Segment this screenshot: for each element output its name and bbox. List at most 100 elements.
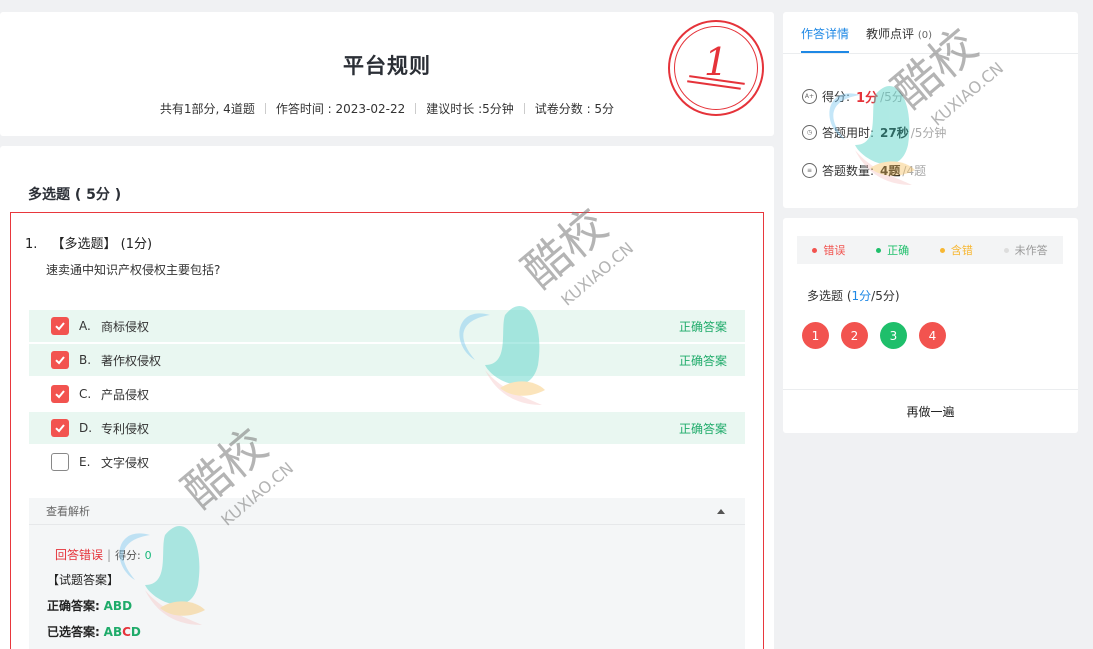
meta-divider [415,103,417,114]
answer-heading: 【试题答案】 [47,573,120,587]
legend-label: 错误 [823,244,846,257]
selected-answer-letter: D [130,625,141,639]
question-header: 1. 【多选题】 (1分) [25,233,152,252]
option-text: 文字侵权 [101,455,150,470]
list-icon: ≡ [802,163,817,178]
question-type: 【多选题】 (1分) [51,237,153,252]
stat-count: ≡ 答题数量: 4题 /4题 [802,162,926,179]
correct-answer-tag: 正确答案 [678,319,727,334]
selected-answer-label: 已选答案: [47,625,100,639]
selected-answer-line: 已选答案: ABCD [47,623,141,640]
meta-divider [264,103,266,114]
option-e[interactable]: E. 文字侵权 [29,446,745,478]
legend-correct: 正确 [876,242,909,258]
question-nav-button[interactable]: 2 [841,322,868,349]
tab-answer-details[interactable]: 作答详情 [801,25,850,53]
option-d[interactable]: D. 专利侵权 正确答案 [29,412,745,444]
option-c[interactable]: C. 产品侵权 [29,378,745,410]
analysis-toggle-label: 查看解析 [46,505,90,518]
status-legend: 错误 正确 含错 未作答 [797,236,1063,264]
stat-score: A+ 得分: 1分 /5分 [802,87,904,106]
legend-wrong: 错误 [812,242,845,258]
question-nav-button[interactable]: 1 [802,322,829,349]
legend-label: 未作答 [1014,244,1048,257]
question-nav-button[interactable]: 3 [880,322,907,349]
selected-answer-letter: A [103,625,113,639]
checkbox-checked-icon[interactable] [51,419,69,437]
correct-answer-value: ABD [103,599,133,613]
redo-button[interactable]: 再做一遍 [783,389,1078,433]
sheet-section-score: 1分 [851,289,872,303]
answer-sheet-card: 错误 正确 含错 未作答 多选题 (1分/5分) 1 2 3 4 再做一遍 [783,218,1078,433]
sheet-section-title: 多选题 (1分/5分) [807,289,900,303]
question-number-list: 1 2 3 4 [802,322,958,349]
checkbox-unchecked-icon[interactable] [51,453,69,471]
stat-score-total: /5分 [880,90,904,104]
option-text: 产品侵权 [101,387,150,402]
question-item: 1. 【多选题】 (1分) 速卖通中知识产权侵权主要包括? A. 商标侵权 正确… [10,212,764,649]
correct-answer-label: 正确答案: [47,599,100,613]
stat-time-label: 答题用时: [822,126,875,140]
paper-header: 平台规则 共有1部分, 4道题 作答时间 : 2023-02-22 建议时长 :… [0,12,774,136]
option-letter: B. [79,353,92,367]
details-tabs: 作答详情 教师点评 (0) [783,12,1078,54]
checkbox-checked-icon[interactable] [51,351,69,369]
tab-teacher-review[interactable]: 教师点评 (0) [866,25,932,53]
legend-dot-icon [939,247,945,253]
correct-answer-tag: 正确答案 [678,421,727,436]
legend-dot-icon [1003,247,1009,253]
stat-count-label: 答题数量: [822,164,875,178]
legend-unanswered: 未作答 [1003,242,1048,258]
correct-answer-line: 正确答案: ABD [47,597,132,614]
legend-partial: 含错 [939,242,973,258]
option-text: 商标侵权 [101,319,150,334]
section-title: 多选题 ( 5分 ) [28,187,122,203]
option-list: A. 商标侵权 正确答案 B. 著作权侵权 正确答案 C. 产品侵权 D. 专利… [29,310,745,480]
checkbox-checked-icon[interactable] [51,385,69,403]
legend-dot-icon [812,247,818,253]
checkbox-checked-icon[interactable] [51,317,69,335]
option-text: 专利侵权 [101,421,150,436]
score-label: 得分: [115,549,141,562]
stat-score-label: 得分: [822,90,851,104]
meta-paper-score: 试卷分数 : 5分 [534,102,615,116]
clock-icon: ◷ [802,125,817,140]
option-letter: A. [79,319,91,333]
stat-time-total: /5分钟 [910,126,947,140]
caret-up-icon[interactable] [717,509,725,514]
sheet-section-label: 多选题 [807,289,844,303]
meta-question-count: 共有1部分, 4道题 [159,102,255,116]
option-letter: C. [79,387,92,401]
question-nav-button[interactable]: 4 [919,322,946,349]
meta-suggested-duration: 建议时长 :5分钟 [426,102,514,116]
option-text: 著作权侵权 [101,353,162,368]
stat-time: ◷ 答题用时: 27秒 /5分钟 [802,124,946,141]
answer-status: 回答错误 | 得分: 0 [55,546,152,563]
question-text: 速卖通中知识产权侵权主要包括? [46,263,221,277]
analysis-toggle[interactable]: 查看解析 [29,498,745,525]
score-stamp: 1 [668,20,764,116]
answer-details-card: 作答详情 教师点评 (0) A+ 得分: 1分 /5分 ◷ 答题用时: 27秒 … [783,12,1078,208]
grade-icon: A+ [802,89,817,104]
tab-teacher-review-label: 教师点评 [866,27,915,41]
sheet-section-total: /5分) [871,289,900,303]
stat-score-value: 1分 [856,91,879,106]
teacher-review-count: (0) [917,30,933,41]
legend-label: 正确 [887,244,910,257]
selected-answer-letter-wrong: C [122,625,131,639]
paper-meta: 共有1部分, 4道题 作答时间 : 2023-02-22 建议时长 :5分钟 试… [0,100,774,117]
meta-divider [523,103,525,114]
score-value: 0 [144,549,152,562]
paper-column: 平台规则 共有1部分, 4道题 作答时间 : 2023-02-22 建议时长 :… [0,12,774,649]
correct-answer-tag: 正确答案 [678,353,727,368]
meta-answer-date: 作答时间 : 2023-02-22 [275,102,406,116]
answer-result: 回答错误 [55,548,104,562]
stat-count-total: /4题 [902,164,927,178]
option-a[interactable]: A. 商标侵权 正确答案 [29,310,745,342]
option-b[interactable]: B. 著作权侵权 正确答案 [29,344,745,376]
option-letter: E. [79,455,91,469]
question-card: 多选题 ( 5分 ) 1. 【多选题】 (1分) 速卖通中知识产权侵权主要包括?… [0,146,774,649]
page-title: 平台规则 [343,54,431,78]
legend-label: 含错 [950,244,973,257]
stat-time-value: 27秒 [880,126,909,140]
